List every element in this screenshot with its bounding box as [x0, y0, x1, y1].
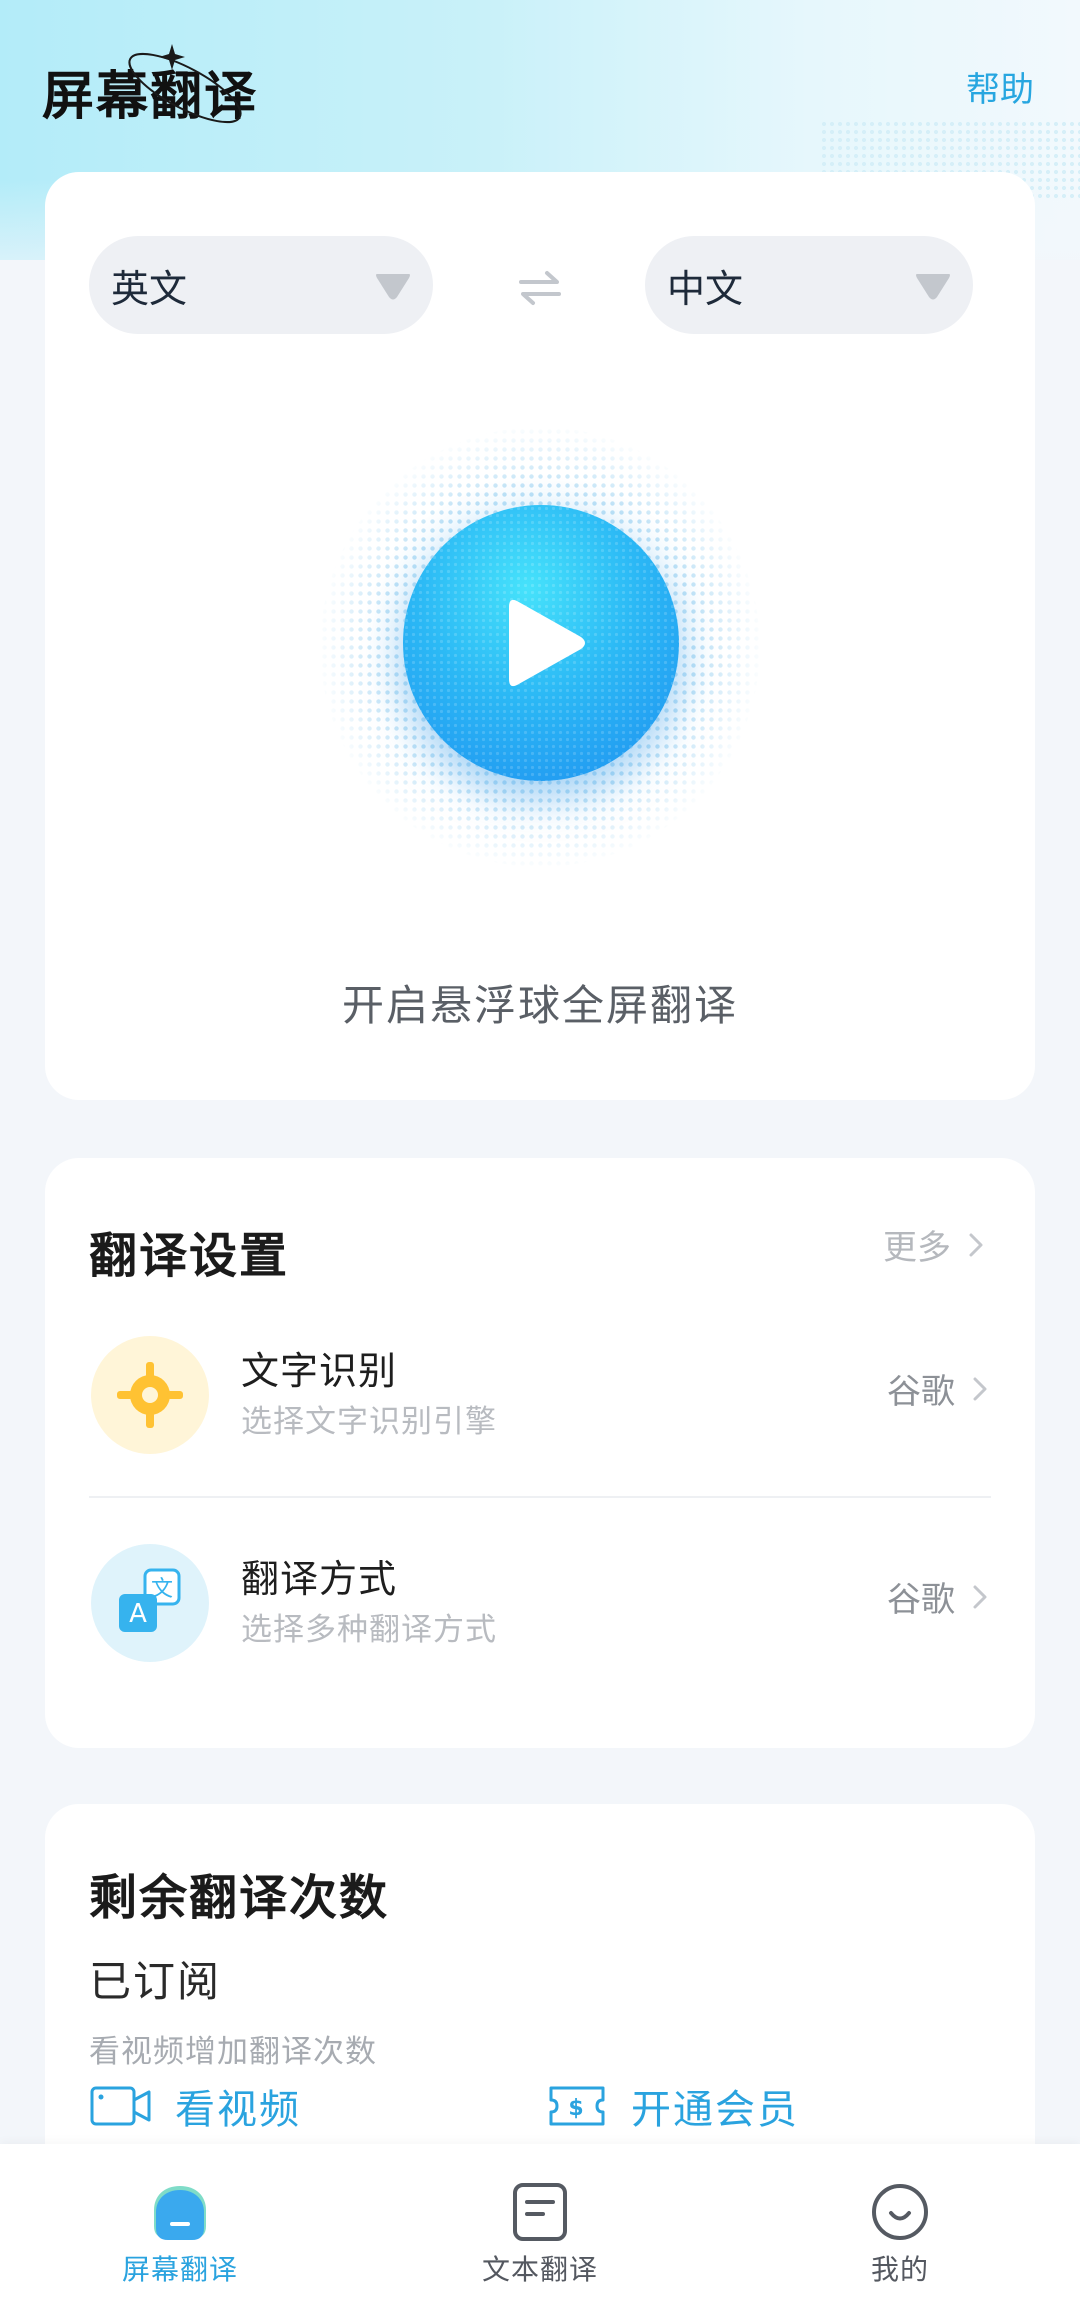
setting-row-ocr[interactable]: 文字识别 选择文字识别引擎 谷歌: [89, 1330, 989, 1470]
start-floating-ball-button[interactable]: [403, 505, 679, 781]
translate-mode-title: 翻译方式: [241, 1557, 398, 1601]
ocr-icon-circle: [91, 1336, 209, 1454]
svg-text:A: A: [129, 1599, 147, 1629]
sparkle-orbit-icon: [128, 44, 242, 124]
nav-label-text-translate: 文本翻译: [481, 2253, 598, 2286]
nav-tab-text-translate[interactable]: 文本翻译: [360, 2144, 720, 2304]
play-icon: [509, 599, 585, 687]
ocr-target-icon: [117, 1362, 183, 1428]
screen-translate-icon: [154, 2186, 206, 2240]
translate-settings-card: 翻译设置 更多 文字识别 选择文字识别引擎 谷歌 文 A 翻译方式 选择多种翻译…: [45, 1158, 1035, 1748]
open-vip-button[interactable]: $ 开通会员: [545, 2076, 799, 2136]
watch-video-label: 看视频: [175, 2087, 301, 2133]
settings-title: 翻译设置: [89, 1228, 290, 1284]
floating-ball-caption: 开启悬浮球全屏翻译: [341, 981, 738, 1030]
translate-icon: 文 A: [119, 1568, 181, 1632]
source-language-label: 英文: [111, 267, 188, 311]
dropdown-triangle-icon: [916, 274, 950, 300]
chevron-right-icon: [973, 1585, 987, 1608]
vip-ticket-icon: $: [549, 2086, 605, 2126]
chevron-right-icon: [973, 1377, 987, 1400]
setting-row-translate-mode[interactable]: 文 A 翻译方式 选择多种翻译方式 谷歌: [89, 1538, 989, 1678]
swap-languages-icon[interactable]: [517, 268, 563, 308]
ocr-engine-value: 谷歌: [887, 1372, 955, 1412]
subscription-status: 已订阅: [89, 1957, 222, 2006]
nav-label-screen-translate: 屏幕翻译: [121, 2253, 238, 2286]
open-vip-label: 开通会员: [631, 2087, 799, 2133]
settings-more-link[interactable]: 更多: [883, 1220, 985, 1269]
translate-mode-subtitle: 选择多种翻译方式: [241, 1612, 497, 1648]
ocr-subtitle: 选择文字识别引擎: [241, 1404, 497, 1440]
chevron-right-icon: [969, 1233, 983, 1256]
more-label: 更多: [883, 1228, 951, 1268]
bottom-navigation: 屏幕翻译 文本翻译 我的: [0, 2144, 1080, 2304]
document-icon: [513, 2183, 567, 2241]
smiley-face-icon: [872, 2184, 928, 2240]
target-language-select[interactable]: 中文: [645, 236, 973, 334]
nav-label-profile: 我的: [870, 2253, 929, 2286]
translate-engine-value: 谷歌: [887, 1580, 955, 1620]
quota-hint: 看视频增加翻译次数: [89, 2034, 377, 2070]
help-link[interactable]: 帮助: [966, 62, 1034, 111]
translate-mode-value: 谷歌: [887, 1572, 989, 1621]
video-camera-icon: [90, 2086, 151, 2126]
svg-text:$: $: [568, 2096, 585, 2121]
quota-title: 剩余翻译次数: [89, 1870, 390, 1926]
nav-tab-screen-translate[interactable]: 屏幕翻译: [0, 2144, 360, 2304]
source-language-select[interactable]: 英文: [89, 236, 433, 334]
nav-tab-profile[interactable]: 我的: [720, 2144, 1080, 2304]
translate-icon-circle: 文 A: [91, 1544, 209, 1662]
ocr-value: 谷歌: [887, 1364, 989, 1413]
dropdown-triangle-icon: [376, 274, 410, 300]
watch-video-button[interactable]: 看视频: [89, 2076, 301, 2136]
ocr-title: 文字识别: [241, 1349, 398, 1393]
remaining-quota-card: 剩余翻译次数 已订阅 看视频增加翻译次数 看视频 $ 开通会员: [45, 1804, 1035, 2184]
translate-card: 英文 中文 开启悬浮球全屏翻译: [45, 172, 1035, 1100]
target-language-label: 中文: [667, 267, 744, 311]
settings-divider: [89, 1496, 991, 1498]
